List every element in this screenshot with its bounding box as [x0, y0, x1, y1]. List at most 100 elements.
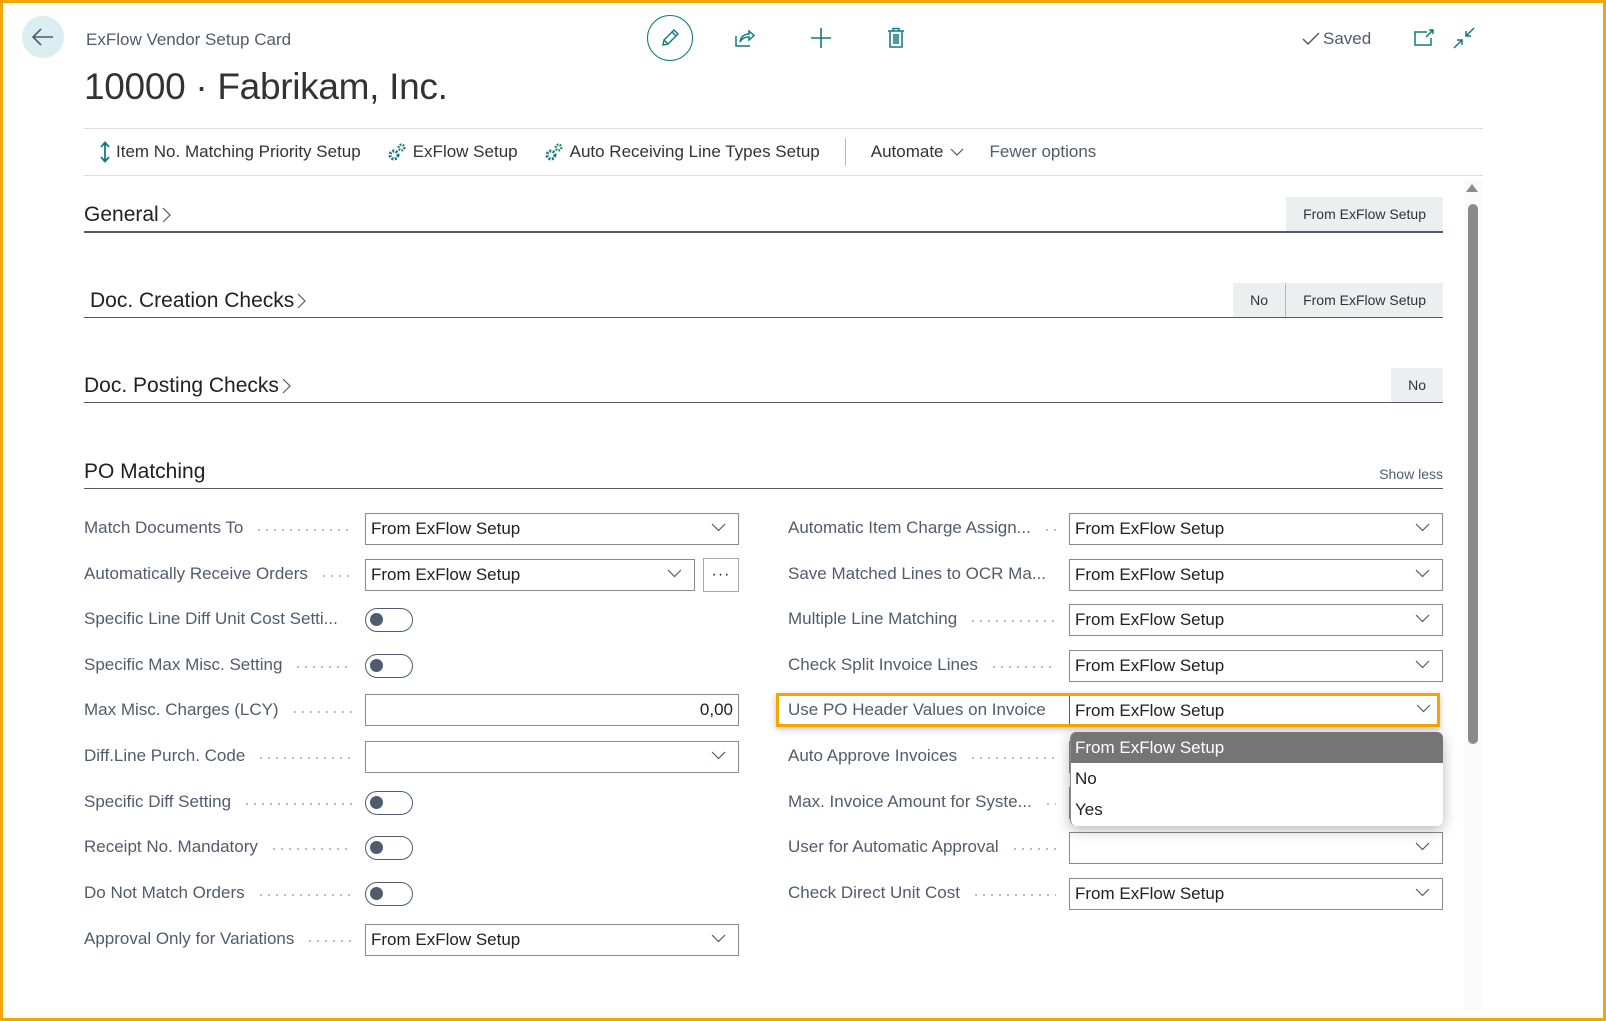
plus-icon [811, 28, 831, 48]
action-label: ExFlow Setup [412, 142, 518, 161]
fasttab-po-matching: PO Matching Show less [84, 451, 1443, 489]
field-label-match-documents-to: Match Documents To [84, 518, 244, 537]
fasttab-general: General From ExFlow Setup [84, 194, 1443, 233]
summary-value: From ExFlow Setup [1286, 197, 1443, 231]
select-value: From ExFlow Setup [371, 565, 521, 584]
lookup-ellipsis-button[interactable]: ··· [703, 558, 739, 592]
summary-value: No [1233, 283, 1286, 317]
select-user-for-automatic-approval[interactable] [1069, 832, 1443, 864]
field-label-max-invoice-amount-for-syste: Max. Invoice Amount for Syste... [788, 792, 1032, 811]
delete-button[interactable] [876, 18, 916, 58]
chevron-down-icon [711, 751, 726, 760]
dropdown-option-yes[interactable]: Yes [1071, 794, 1443, 825]
open-new-window-icon [1414, 29, 1434, 46]
summary-value: From ExFlow Setup [1285, 283, 1443, 317]
dropdown-option-no[interactable]: No [1071, 763, 1443, 794]
select-diff-line-purch-code[interactable] [365, 741, 739, 773]
select-match-documents-to[interactable]: From ExFlow Setup [365, 513, 739, 545]
select-value: From ExFlow Setup [1075, 656, 1225, 675]
saved-status: Saved [1301, 29, 1371, 49]
options-dropdown: From ExFlow Setup No Yes [1070, 732, 1443, 826]
field-label-auto-approve-invoices: Auto Approve Invoices [788, 746, 958, 765]
dropdown-option-from-exflow-setup[interactable]: From ExFlow Setup [1071, 732, 1443, 763]
select-check-direct-unit-cost[interactable]: From ExFlow Setup [1069, 878, 1443, 910]
toggle-specific-line-diff-unit-cost-setti[interactable] [365, 608, 413, 632]
field-label-specific-max-misc-setting: Specific Max Misc. Setting [84, 655, 283, 674]
field-label-specific-diff-setting: Specific Diff Setting [84, 792, 232, 811]
collapse-button[interactable] [1444, 18, 1484, 58]
scroll-up-arrow-icon[interactable] [1466, 184, 1478, 192]
select-value: From ExFlow Setup [371, 930, 521, 949]
select-approval-only-for-variations[interactable]: From ExFlow Setup [365, 924, 739, 956]
open-new-window-button[interactable] [1404, 18, 1444, 58]
select-use-po-header-values-on-invoice[interactable]: From ExFlow Setup [1069, 695, 1443, 727]
label-leader-dots [972, 894, 1056, 896]
gears-icon [388, 143, 406, 161]
back-button[interactable] [22, 16, 64, 58]
fasttab-title: General [84, 203, 159, 226]
toggle-specific-diff-setting[interactable] [365, 791, 413, 815]
chevron-right-icon [282, 378, 291, 394]
select-save-matched-lines-to-ocr-ma[interactable]: From ExFlow Setup [1069, 559, 1443, 591]
select-multiple-line-matching[interactable]: From ExFlow Setup [1069, 604, 1443, 636]
select-check-split-invoice-lines[interactable]: From ExFlow Setup [1069, 650, 1443, 682]
field-label-diff-line-purch-code: Diff.Line Purch. Code [84, 746, 246, 765]
show-less-button[interactable]: Show less [1379, 466, 1443, 482]
label-leader-dots [1011, 848, 1056, 850]
fasttab-doc-posting-checks-toggle[interactable]: Doc. Posting Checks [84, 374, 291, 398]
share-button[interactable] [725, 18, 765, 58]
select-value: From ExFlow Setup [371, 519, 521, 538]
field-label-automatic-item-charge-assign: Automatic Item Charge Assign... [788, 518, 1031, 537]
chevron-down-icon [950, 148, 963, 156]
checkmark-icon [1302, 32, 1320, 46]
chevron-down-icon [667, 569, 682, 578]
action-auto-receiving-line-types-setup[interactable]: Auto Receiving Line Types Setup [531, 142, 833, 162]
toggle-specific-max-misc-setting[interactable] [365, 654, 413, 678]
trash-icon [888, 27, 904, 48]
action-label: Item No. Matching Priority Setup [116, 142, 361, 161]
select-automatic-item-charge-assign[interactable]: From ExFlow Setup [1069, 513, 1443, 545]
label-leader-dots [990, 666, 1056, 668]
action-bar: Item No. Matching Priority Setup ExFlow … [84, 128, 1483, 176]
toggle-do-not-match-orders[interactable] [365, 882, 413, 906]
field-label-multiple-line-matching: Multiple Line Matching [788, 609, 958, 628]
field-label-check-direct-unit-cost: Check Direct Unit Cost [788, 883, 960, 902]
field-label-receipt-no-mandatory: Receipt No. Mandatory [84, 837, 258, 856]
action-item-no-matching-priority-setup[interactable]: Item No. Matching Priority Setup [84, 141, 374, 163]
page-title: 10000 · Fabrikam, Inc. [84, 66, 448, 107]
fasttab-general-toggle[interactable]: General [84, 203, 171, 227]
chevron-down-icon [1415, 888, 1430, 897]
automate-label: Automate [870, 142, 944, 161]
field-label-automatically-receive-orders: Automatically Receive Orders [84, 564, 308, 583]
edit-button[interactable] [647, 15, 693, 61]
chevron-down-icon [1415, 842, 1430, 851]
label-leader-dots [320, 575, 352, 577]
chevron-right-icon [162, 207, 171, 223]
automate-menu[interactable]: Automate [858, 142, 977, 162]
select-value: From ExFlow Setup [1075, 519, 1225, 538]
field-label-save-matched-lines-to-ocr-ma: Save Matched Lines to OCR Ma... [788, 564, 1046, 583]
chevron-down-icon [1415, 660, 1430, 669]
label-leader-dots [243, 803, 352, 805]
input-max-misc-charges-lcy[interactable]: 0,00 [365, 694, 739, 726]
share-icon [735, 29, 756, 47]
fewer-options-button[interactable]: Fewer options [977, 142, 1110, 162]
select-value: From ExFlow Setup [1075, 565, 1225, 584]
toggle-receipt-no-mandatory[interactable] [365, 836, 413, 860]
fasttab-po-matching-toggle[interactable]: PO Matching [84, 460, 205, 484]
scrollbar-thumb[interactable] [1468, 204, 1478, 744]
fasttab-summary: No [1391, 368, 1443, 402]
fasttab-doc-creation-checks: Doc. Creation Checks No From ExFlow Setu… [84, 280, 1443, 318]
saved-label: Saved [1323, 29, 1372, 48]
label-leader-dots [257, 894, 352, 896]
fasttab-title: Doc. Posting Checks [84, 374, 279, 397]
field-label-do-not-match-orders: Do Not Match Orders [84, 883, 245, 902]
action-exflow-setup[interactable]: ExFlow Setup [374, 142, 531, 162]
page-caption: ExFlow Vendor Setup Card [86, 30, 292, 49]
new-button[interactable] [801, 18, 841, 58]
gears-icon [545, 143, 563, 161]
select-automatically-receive-orders[interactable]: From ExFlow Setup [365, 559, 695, 591]
chevron-right-icon [297, 293, 307, 309]
label-leader-dots [350, 620, 352, 622]
fasttab-doc-creation-checks-toggle[interactable]: Doc. Creation Checks [90, 289, 307, 313]
